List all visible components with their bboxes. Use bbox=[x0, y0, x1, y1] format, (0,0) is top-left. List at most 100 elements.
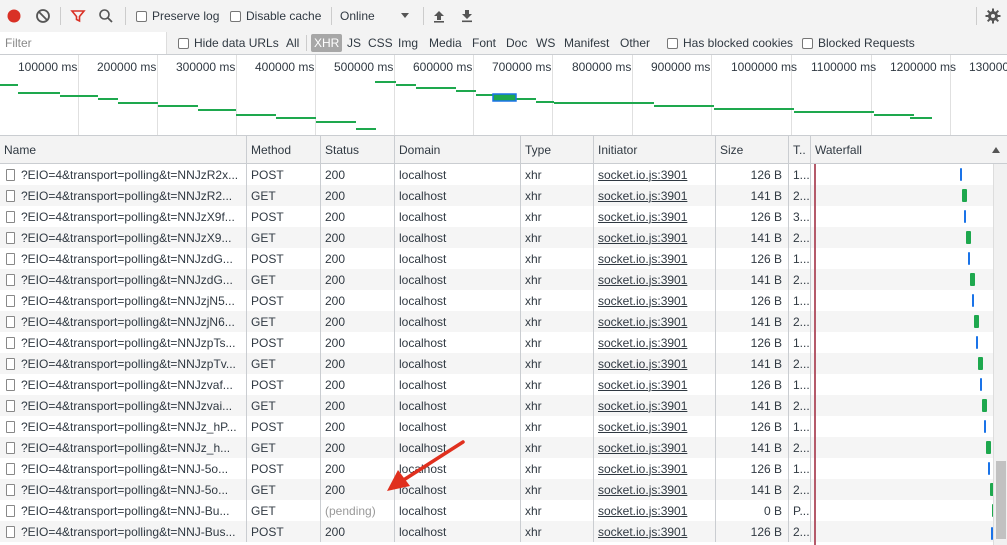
type-filter-doc[interactable]: Doc bbox=[506, 32, 527, 54]
cell-initiator[interactable]: socket.io.js:3901 bbox=[593, 374, 715, 395]
table-row[interactable]: ?EIO=4&transport=polling&t=NNJ-5o... POST… bbox=[0, 458, 993, 479]
table-row[interactable]: ?EIO=4&transport=polling&t=NNJzpTs... POS… bbox=[0, 332, 993, 353]
preserve-log-label: Preserve log bbox=[152, 9, 220, 23]
cell-initiator[interactable]: socket.io.js:3901 bbox=[593, 437, 715, 458]
cell-initiator-text[interactable]: socket.io.js:3901 bbox=[598, 210, 687, 224]
column-header-name[interactable]: Name bbox=[0, 136, 246, 163]
cell-initiator-text[interactable]: socket.io.js:3901 bbox=[598, 273, 687, 287]
cell-initiator[interactable]: socket.io.js:3901 bbox=[593, 353, 715, 374]
column-header-size[interactable]: Size bbox=[715, 136, 788, 163]
type-filter-js[interactable]: JS bbox=[347, 32, 361, 54]
column-header-initiator[interactable]: Initiator bbox=[593, 136, 715, 163]
table-row[interactable]: ?EIO=4&transport=polling&t=NNJzR2... GET 2… bbox=[0, 185, 993, 206]
type-filter-font[interactable]: Font bbox=[472, 32, 496, 54]
cell-initiator[interactable]: socket.io.js:3901 bbox=[593, 164, 715, 185]
column-header-time[interactable]: T.. bbox=[788, 136, 810, 163]
checkbox-box[interactable] bbox=[230, 10, 241, 22]
column-header-status[interactable]: Status bbox=[320, 136, 394, 163]
table-row[interactable]: ?EIO=4&transport=polling&t=NNJzjN6... GET… bbox=[0, 311, 993, 332]
type-filter-media[interactable]: Media bbox=[429, 32, 462, 54]
checkbox-box[interactable] bbox=[667, 37, 678, 49]
record-button[interactable] bbox=[6, 0, 22, 32]
table-row[interactable]: ?EIO=4&transport=polling&t=NNJzdG... GET 2… bbox=[0, 269, 993, 290]
cell-initiator-text[interactable]: socket.io.js:3901 bbox=[598, 315, 687, 329]
checkbox-box[interactable] bbox=[802, 37, 813, 49]
cell-initiator-text[interactable]: socket.io.js:3901 bbox=[598, 420, 687, 434]
type-filter-xhr[interactable]: XHR bbox=[311, 34, 343, 52]
cell-name-text: ?EIO=4&transport=polling&t=NNJzR2x... bbox=[21, 167, 239, 182]
column-header-waterfall[interactable]: Waterfall bbox=[810, 136, 1007, 163]
cell-initiator[interactable]: socket.io.js:3901 bbox=[593, 269, 715, 290]
cell-initiator[interactable]: socket.io.js:3901 bbox=[593, 458, 715, 479]
filter-input[interactable]: Filter bbox=[0, 32, 167, 54]
cell-initiator-text[interactable]: socket.io.js:3901 bbox=[598, 357, 687, 371]
type-filter-all[interactable]: All bbox=[286, 32, 299, 54]
cell-initiator-text[interactable]: socket.io.js:3901 bbox=[598, 483, 687, 497]
cell-initiator[interactable]: socket.io.js:3901 bbox=[593, 227, 715, 248]
table-row[interactable]: ?EIO=4&transport=polling&t=NNJzjN5... POS… bbox=[0, 290, 993, 311]
table-row[interactable]: ?EIO=4&transport=polling&t=NNJzX9f... POS… bbox=[0, 206, 993, 227]
blocked-requests-checkbox[interactable]: Blocked Requests bbox=[802, 32, 915, 54]
table-row[interactable]: ?EIO=4&transport=polling&t=NNJz_h... GET 2… bbox=[0, 437, 993, 458]
settings-button[interactable] bbox=[985, 0, 1001, 32]
cell-domain: localhost bbox=[394, 395, 520, 416]
table-row[interactable]: ?EIO=4&transport=polling&t=NNJ-5o... GET 2… bbox=[0, 479, 993, 500]
type-filter-other[interactable]: Other bbox=[620, 32, 650, 54]
has-blocked-cookies-checkbox[interactable]: Has blocked cookies bbox=[667, 32, 793, 54]
cell-initiator[interactable]: socket.io.js:3901 bbox=[593, 395, 715, 416]
cell-initiator-text[interactable]: socket.io.js:3901 bbox=[598, 441, 687, 455]
table-row[interactable]: ?EIO=4&transport=polling&t=NNJzdG... POST… bbox=[0, 248, 993, 269]
cell-initiator-text[interactable]: socket.io.js:3901 bbox=[598, 252, 687, 266]
type-filter-manifest[interactable]: Manifest bbox=[564, 32, 609, 54]
clear-button[interactable] bbox=[35, 0, 51, 32]
checkbox-box[interactable] bbox=[136, 10, 147, 22]
cell-initiator-text[interactable]: socket.io.js:3901 bbox=[598, 189, 687, 203]
cell-initiator-text[interactable]: socket.io.js:3901 bbox=[598, 525, 687, 539]
cell-size-text: 126 B bbox=[750, 461, 782, 476]
cell-initiator-text[interactable]: socket.io.js:3901 bbox=[598, 399, 687, 413]
column-header-type[interactable]: Type bbox=[520, 136, 593, 163]
cell-initiator-text[interactable]: socket.io.js:3901 bbox=[598, 168, 687, 182]
cell-initiator-text[interactable]: socket.io.js:3901 bbox=[598, 294, 687, 308]
table-row[interactable]: ?EIO=4&transport=polling&t=NNJ-Bus... POS… bbox=[0, 521, 993, 542]
cell-initiator[interactable]: socket.io.js:3901 bbox=[593, 521, 715, 542]
cell-initiator-text[interactable]: socket.io.js:3901 bbox=[598, 336, 687, 350]
cell-initiator[interactable]: socket.io.js:3901 bbox=[593, 248, 715, 269]
type-filter-img[interactable]: Img bbox=[398, 32, 418, 54]
column-header-method[interactable]: Method bbox=[246, 136, 320, 163]
table-row[interactable]: ?EIO=4&transport=polling&t=NNJzvaf... POS… bbox=[0, 374, 993, 395]
import-har-button[interactable] bbox=[432, 0, 446, 32]
cell-initiator[interactable]: socket.io.js:3901 bbox=[593, 185, 715, 206]
cell-initiator-text[interactable]: socket.io.js:3901 bbox=[598, 504, 687, 518]
throttling-select[interactable]: Online bbox=[340, 0, 414, 32]
cell-initiator-text[interactable]: socket.io.js:3901 bbox=[598, 462, 687, 476]
cell-initiator-text[interactable]: socket.io.js:3901 bbox=[598, 378, 687, 392]
table-row[interactable]: ?EIO=4&transport=polling&t=NNJ-Bu... GET (… bbox=[0, 500, 993, 521]
cell-initiator[interactable]: socket.io.js:3901 bbox=[593, 479, 715, 500]
disable-cache-checkbox[interactable]: Disable cache bbox=[230, 0, 321, 32]
hide-data-urls-checkbox[interactable]: Hide data URLs bbox=[178, 32, 279, 54]
cell-initiator[interactable]: socket.io.js:3901 bbox=[593, 416, 715, 437]
preserve-log-checkbox[interactable]: Preserve log bbox=[136, 0, 219, 32]
cell-initiator[interactable]: socket.io.js:3901 bbox=[593, 206, 715, 227]
table-row[interactable]: ?EIO=4&transport=polling&t=NNJzvai... GET… bbox=[0, 395, 993, 416]
type-filter-css[interactable]: CSS bbox=[368, 32, 393, 54]
column-header-domain[interactable]: Domain bbox=[394, 136, 520, 163]
table-row[interactable]: ?EIO=4&transport=polling&t=NNJz_hP... POS… bbox=[0, 416, 993, 437]
table-row[interactable]: ?EIO=4&transport=polling&t=NNJzX9... GET 2… bbox=[0, 227, 993, 248]
search-button[interactable] bbox=[98, 0, 114, 32]
cell-initiator[interactable]: socket.io.js:3901 bbox=[593, 500, 715, 521]
checkbox-box[interactable] bbox=[178, 37, 189, 49]
cell-initiator[interactable]: socket.io.js:3901 bbox=[593, 290, 715, 311]
type-filter-ws[interactable]: WS bbox=[536, 32, 555, 54]
filter-toggle-button[interactable] bbox=[70, 0, 86, 32]
scrollbar-thumb[interactable] bbox=[996, 461, 1006, 539]
table-scrollbar[interactable] bbox=[993, 164, 1007, 545]
export-har-button[interactable] bbox=[460, 0, 474, 32]
table-row[interactable]: ?EIO=4&transport=polling&t=NNJzR2x... POS… bbox=[0, 164, 993, 185]
table-row[interactable]: ?EIO=4&transport=polling&t=NNJzpTv... GET… bbox=[0, 353, 993, 374]
timeline-overview[interactable]: 100000 ms 200000 ms 300000 ms 400000 ms 5000… bbox=[0, 55, 1007, 136]
cell-initiator-text[interactable]: socket.io.js:3901 bbox=[598, 231, 687, 245]
cell-initiator[interactable]: socket.io.js:3901 bbox=[593, 311, 715, 332]
cell-initiator[interactable]: socket.io.js:3901 bbox=[593, 332, 715, 353]
